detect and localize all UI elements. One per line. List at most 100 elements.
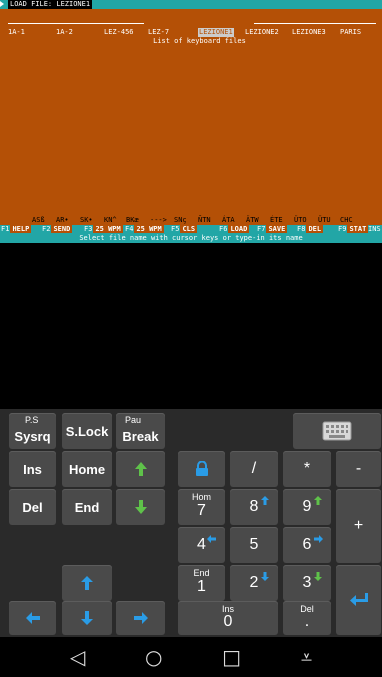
numpad-6-label: 6 <box>302 536 312 553</box>
pause-break-key[interactable]: Pau Break <box>116 413 165 449</box>
function-key-label: SEND <box>51 225 73 233</box>
keyboard-toggle-key[interactable] <box>293 413 381 449</box>
numpad-7-label: 7 <box>197 502 206 519</box>
recents-icon[interactable]: □ <box>222 645 241 669</box>
num-lock-key[interactable] <box>178 451 225 487</box>
file-entry[interactable]: PARIS <box>340 28 361 37</box>
numpad-4-label: 4 <box>197 536 206 553</box>
back-icon[interactable]: ◁ <box>70 645 85 669</box>
numpad-2-key[interactable]: 2 <box>230 565 278 601</box>
function-key-f9[interactable]: F9 STAT <box>337 225 369 234</box>
header-rule-left <box>8 23 144 24</box>
accent-macro: AR• <box>56 216 69 224</box>
function-key-bar: F1 HELP F2 SEND F3 25 WPM F4 25 WPM F5 CLS F6 LOAD F… <box>0 225 382 234</box>
function-key-f4[interactable]: F4 25 WPM <box>124 225 164 234</box>
function-key-f7[interactable]: F7 SAVE <box>256 225 288 234</box>
break-key-label: Break <box>122 428 159 444</box>
accent-macro: ÉTE <box>270 216 283 224</box>
accent-macro: ÁTA <box>222 216 235 224</box>
numpad-2-label: 2 <box>249 574 259 591</box>
page-up-key[interactable] <box>116 451 165 487</box>
function-key-number: F8 <box>296 225 307 233</box>
numpad-divide-key[interactable]: / <box>230 451 278 487</box>
function-key-number: F1 <box>0 225 11 233</box>
function-key-number: F6 <box>218 225 229 233</box>
accent-macro: ---> <box>150 216 167 224</box>
file-entry[interactable]: LEZIONE1 <box>198 28 234 37</box>
numpad-plus-key[interactable]: + <box>336 489 381 563</box>
lock-icon <box>195 461 208 476</box>
file-list-title: List of keyboard files <box>153 37 246 45</box>
numpad-7-top: Hom <box>191 492 211 502</box>
file-entry[interactable]: 1A-2 <box>56 28 73 37</box>
numpad-3-key[interactable]: 3 <box>283 565 331 601</box>
numpad-minus-key[interactable]: - <box>336 451 381 487</box>
file-list-header: List of keyboard files <box>0 19 382 64</box>
numpad-7-key[interactable]: Hom 7 <box>178 489 225 525</box>
function-key-label: DEL <box>306 225 324 233</box>
numpad-0-key[interactable]: Ins 0 <box>178 601 278 635</box>
numpad-6-key[interactable]: 6 <box>283 527 331 563</box>
numpad-8-key[interactable]: 8 <box>230 489 278 525</box>
down-arrow-key[interactable] <box>62 601 112 635</box>
up-arrow-icon <box>81 576 93 590</box>
accent-macro: BKæ <box>126 216 139 224</box>
right-arrow-icon <box>314 535 323 543</box>
numpad-0-top: Ins <box>221 604 234 614</box>
sysrq-key-top: P.S <box>25 415 39 425</box>
sysrq-key-label: Sysrq <box>14 428 51 444</box>
file-entry[interactable]: LEZ-7 <box>148 28 169 37</box>
insert-key[interactable]: Ins <box>9 451 56 487</box>
numpad-5-label: 5 <box>249 536 259 553</box>
numpad-decimal-label: . <box>304 613 310 630</box>
left-arrow-key[interactable] <box>9 601 56 635</box>
file-entry[interactable]: LEZIONE2 <box>245 28 279 37</box>
virtual-keyboard: P.S Sysrq S.Lock Pau Break Ins Home / * … <box>0 409 382 637</box>
page-down-key[interactable] <box>116 489 165 525</box>
function-key-f8[interactable]: F8 DEL <box>296 225 324 234</box>
file-entry[interactable]: LEZIONE3 <box>292 28 326 37</box>
function-key-label: SAVE <box>266 225 288 233</box>
scroll-lock-key[interactable]: S.Lock <box>62 413 112 449</box>
home-icon[interactable]: ○ <box>145 645 162 669</box>
delete-key-label: Del <box>22 499 43 515</box>
accent-macro: SNç <box>174 216 187 224</box>
function-key-f1[interactable]: F1 HELP <box>0 225 32 234</box>
notification-pull-icon[interactable]: ⩡ <box>301 645 312 669</box>
accent-bar: ASß AR• SK• KN^ BKæ ---> SNç ÑTN ÁTA ÄTW ÉTE ÜTO ÜTU… <box>0 216 382 225</box>
accent-macro: CHC <box>340 216 353 224</box>
numpad-9-key[interactable]: 9 <box>283 489 331 525</box>
numpad-multiply-key[interactable]: * <box>283 451 331 487</box>
right-arrow-key[interactable] <box>116 601 165 635</box>
up-arrow-key[interactable] <box>62 565 112 601</box>
left-arrow-icon <box>207 535 216 543</box>
numpad-decimal-top: Del <box>300 604 314 614</box>
dos-terminal[interactable]: LOAD FILE: LEZIONE1 List of keyboard fil… <box>0 0 382 244</box>
numpad-decimal-key[interactable]: Del . <box>283 601 331 635</box>
numpad-enter-key[interactable] <box>336 565 381 635</box>
home-key[interactable]: Home <box>62 451 112 487</box>
delete-key[interactable]: Del <box>9 489 56 525</box>
end-key[interactable]: End <box>62 489 112 525</box>
accent-macro: ÜTU <box>318 216 331 224</box>
minus-label: - <box>355 460 362 477</box>
numpad-4-key[interactable]: 4 <box>178 527 225 563</box>
empty-screen-area <box>0 244 382 409</box>
function-key-f3[interactable]: F3 25 WPM <box>83 225 123 234</box>
title-bar: LOAD FILE: LEZIONE1 <box>0 0 382 9</box>
file-entry[interactable]: LEZ-456 <box>104 28 134 37</box>
function-key-f5[interactable]: F5 CLS <box>170 225 198 234</box>
numpad-1-key[interactable]: End 1 <box>178 565 225 601</box>
function-key-number: F4 <box>124 225 135 233</box>
accent-macro: ASß <box>32 216 45 224</box>
function-key-f6[interactable]: F6 LOAD <box>218 225 250 234</box>
right-arrow-icon <box>133 612 148 624</box>
sysrq-key[interactable]: P.S Sysrq <box>9 413 56 449</box>
accent-macro: ÜTO <box>294 216 307 224</box>
function-key-label: 25 WPM <box>134 225 164 233</box>
left-arrow-icon <box>25 612 40 624</box>
function-key-f2[interactable]: F2 SEND <box>41 225 73 234</box>
file-entry[interactable]: 1A-1 <box>8 28 25 37</box>
green-up-arrow-small-icon <box>314 496 322 505</box>
numpad-5-key[interactable]: 5 <box>230 527 278 563</box>
